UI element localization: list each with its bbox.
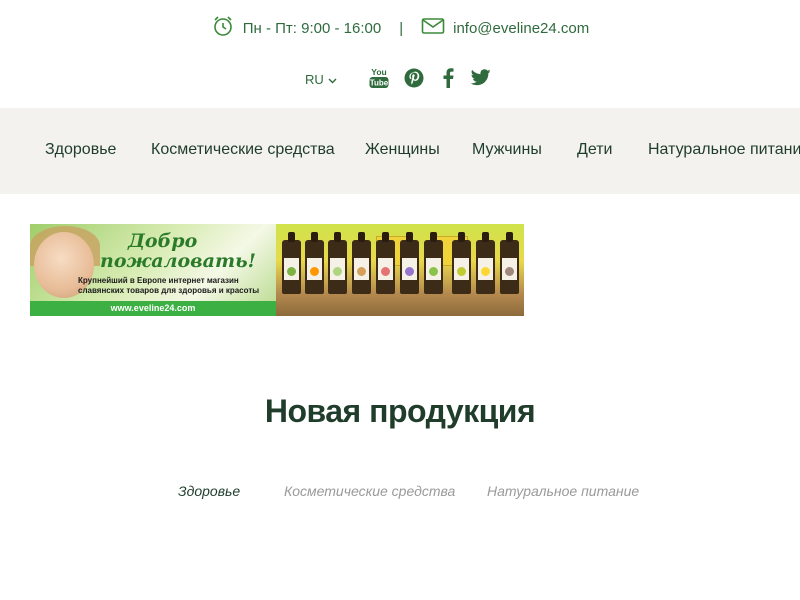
twitter-link[interactable] (470, 68, 492, 92)
product-category-tabs: Здоровье Косметические средства Натураль… (0, 483, 800, 503)
oil-bottle (305, 232, 324, 294)
language-value: RU (305, 72, 324, 87)
contact-bar: Пн - Пт: 9:00 - 16:00 | info@eveline24.c… (0, 12, 800, 44)
envelope-icon (421, 17, 445, 39)
welcome-banner[interactable]: Добро пожаловать! Крупнейший в Европе ин… (30, 224, 524, 316)
nav-item-kids[interactable]: Дети (577, 141, 612, 159)
nav-item-women[interactable]: Женщины (365, 141, 440, 159)
youtube-icon-text-bottom: Tube (370, 78, 389, 87)
oil-bottle (452, 232, 471, 294)
alarm-clock-icon (211, 14, 235, 42)
working-hours: Пн - Пт: 9:00 - 16:00 (211, 14, 381, 42)
banner-subtitle-line2: славянских товаров для здоровья и красот… (78, 286, 260, 295)
tab-health[interactable]: Здоровье (178, 483, 240, 499)
nav-item-natural-food[interactable]: Натуральное питание (648, 141, 800, 159)
oil-bottle (352, 232, 371, 294)
main-nav: Здоровье Косметические средства Женщины … (0, 108, 800, 194)
topbar-separator: | (399, 19, 404, 37)
nav-item-health[interactable]: Здоровье (45, 141, 116, 159)
youtube-link[interactable]: You Tube (368, 66, 390, 95)
banner-title-line2: пожаловать! (100, 250, 256, 272)
tab-natural-food[interactable]: Натуральное питание (487, 483, 639, 499)
tab-cosmetics[interactable]: Косметические средства (284, 483, 455, 499)
email-text: info@eveline24.com (453, 19, 590, 37)
youtube-icon: You Tube (369, 66, 389, 95)
nav-item-cosmetics[interactable]: Косметические средства (151, 141, 335, 159)
oil-bottle (376, 232, 395, 294)
oil-bottle (476, 232, 495, 294)
youtube-icon-text-top: You (371, 67, 386, 77)
email-link[interactable]: info@eveline24.com (421, 17, 589, 39)
facebook-icon (442, 67, 454, 93)
facebook-link[interactable] (437, 67, 459, 93)
social-row: RU You Tube (0, 66, 800, 96)
banner-url-strip: www.eveline24.com (30, 301, 276, 316)
oil-bottle (424, 232, 443, 294)
banner-welcome-panel: Добро пожаловать! Крупнейший в Европе ин… (30, 224, 276, 316)
banner-products-panel (276, 224, 524, 316)
oil-bottle (500, 232, 519, 294)
working-hours-text: Пн - Пт: 9:00 - 16:00 (242, 19, 382, 37)
oil-bottle (282, 232, 301, 294)
banner-subtitle-line1: Крупнейший в Европе интернет магазин (78, 276, 239, 285)
nav-item-men[interactable]: Мужчины (472, 141, 542, 159)
pinterest-link[interactable] (403, 68, 425, 92)
language-selector[interactable]: RU (305, 72, 337, 87)
chevron-down-icon (328, 72, 337, 87)
banner-title-line1: Добро (128, 230, 198, 252)
oil-bottle (328, 232, 347, 294)
oil-bottle (400, 232, 419, 294)
section-title: Новая продукция (264, 393, 536, 429)
twitter-icon (470, 69, 491, 91)
pinterest-icon (404, 68, 424, 93)
